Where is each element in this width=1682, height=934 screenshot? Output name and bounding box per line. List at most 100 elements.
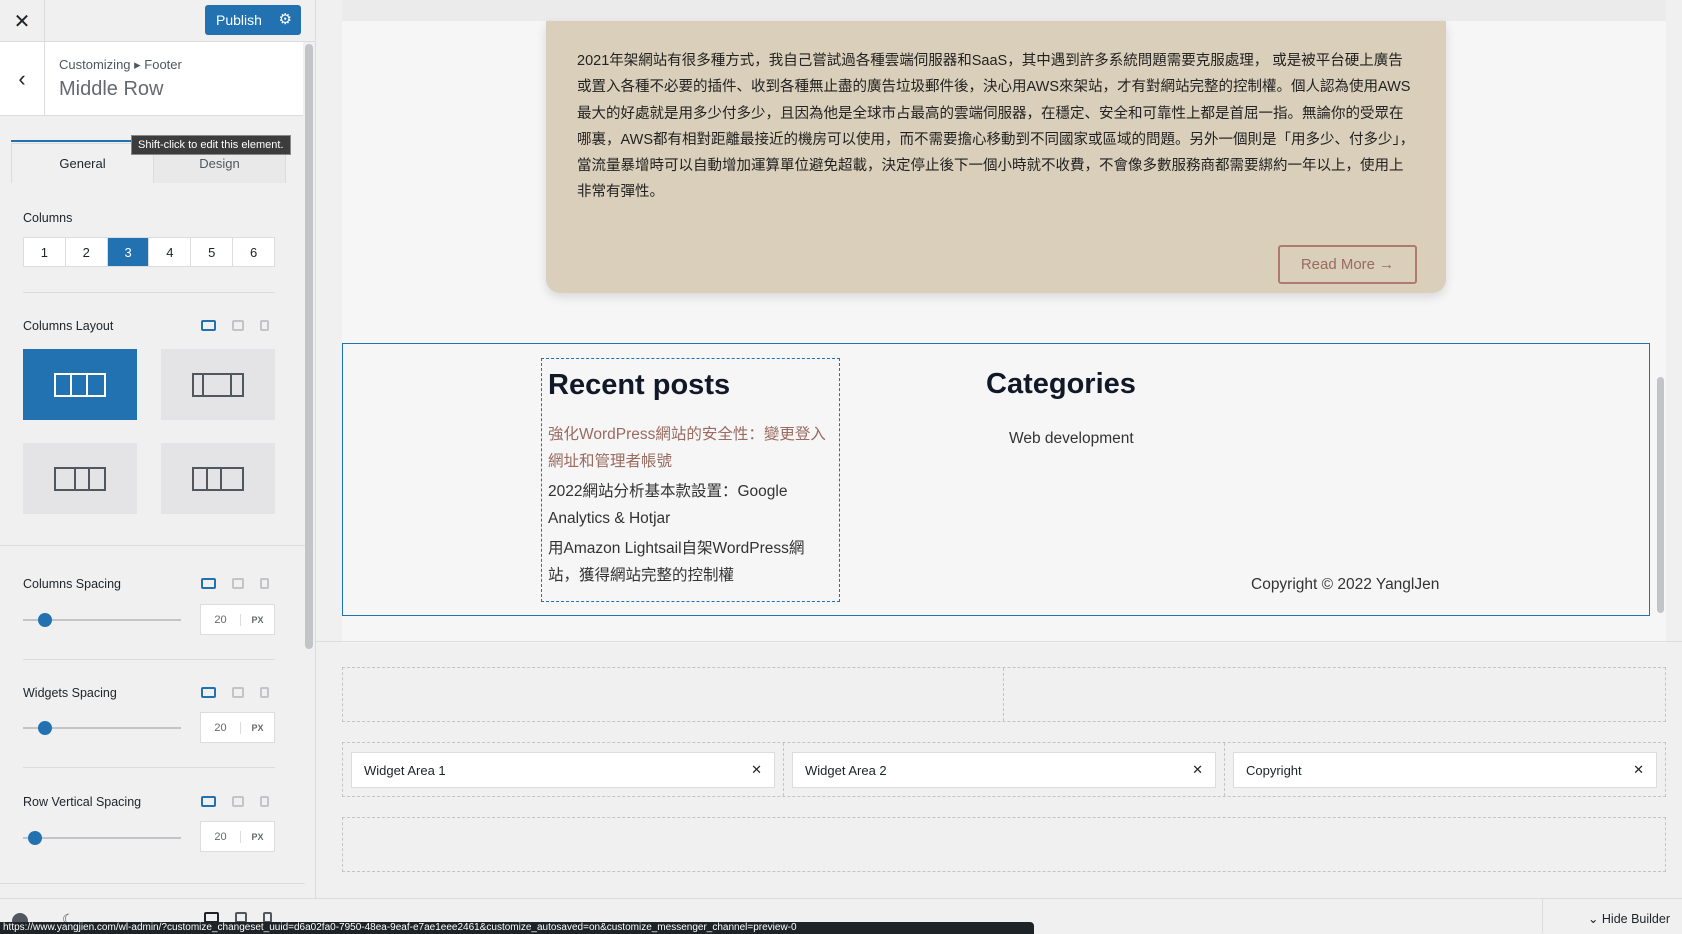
column-option[interactable]: 2	[66, 238, 108, 266]
widgets-spacing-input[interactable]: 20 PX	[200, 712, 275, 743]
slider-handle[interactable]	[28, 831, 42, 845]
column-option[interactable]: 5	[191, 238, 234, 266]
section-title: Middle Row	[59, 78, 164, 100]
device-switcher	[201, 687, 269, 698]
tooltip: Shift-click to edit this element.	[131, 135, 291, 155]
divider	[0, 545, 305, 546]
widgets-spacing-slider[interactable]	[23, 721, 181, 735]
remove-icon[interactable]: ✕	[1192, 762, 1203, 778]
divider	[23, 767, 275, 768]
read-more-button[interactable]: Read More →	[1278, 245, 1417, 284]
columns-spacing-input[interactable]: 20 PX	[200, 604, 275, 635]
unit: PX	[251, 722, 264, 733]
value[interactable]: 20	[201, 721, 241, 734]
desktop-icon[interactable]	[201, 320, 216, 331]
tablet-icon[interactable]	[232, 320, 244, 331]
layout-wide-left[interactable]	[23, 443, 137, 514]
recent-post-link[interactable]: 2022網站分析基本款設置：Google Analytics & Hotjar	[548, 479, 833, 532]
slider-handle[interactable]	[38, 721, 52, 735]
row-vertical-spacing-label: Row Vertical Spacing	[23, 795, 142, 809]
publish-button[interactable]: Publish ⚙	[205, 5, 301, 35]
columns-layout-label: Columns Layout	[23, 319, 114, 333]
status-bar-url: https://www.yangjien.com/wl-admin/?custo…	[0, 922, 1034, 934]
copyright-item[interactable]: Copyright ✕	[1233, 752, 1657, 788]
builder-top-row[interactable]	[342, 667, 1666, 722]
divider	[1542, 899, 1543, 933]
preview-pane: 2021年架網站有很多種方式，我自己嘗試過各種雲端伺服器和SaaS，其中遇到許多…	[316, 0, 1682, 898]
publish-label: Publish	[216, 12, 262, 28]
post-card: 2021年架網站有很多種方式，我自己嘗試過各種雲端伺服器和SaaS，其中遇到許多…	[546, 21, 1446, 293]
device-switcher	[201, 796, 269, 807]
widget-area-1-item[interactable]: Widget Area 1 ✕	[351, 752, 775, 788]
column-divider	[1224, 743, 1225, 796]
builder-bottom-row[interactable]	[342, 817, 1666, 872]
hide-builder-button[interactable]: ⌄ Hide Builder	[1588, 911, 1670, 926]
desktop-icon[interactable]	[201, 578, 216, 589]
customizer-sidebar: ✕ Publish ⚙ ‹ Customizing ▸ Footer Middle…	[0, 0, 316, 898]
layout-wide-right[interactable]	[161, 443, 275, 514]
gear-icon[interactable]: ⚙	[279, 10, 292, 28]
copyright-text: Copyright © 2022 YanglJen	[1251, 576, 1440, 593]
recent-post-link[interactable]: 用Amazon Lightsail自架WordPress網站，獲得網站完整的控制…	[548, 536, 833, 589]
remove-icon[interactable]: ✕	[751, 762, 762, 778]
columns-label: Columns	[23, 211, 73, 225]
row-vertical-spacing-input[interactable]: 20 PX	[200, 821, 275, 852]
layout-wide-right-icon	[192, 466, 244, 491]
widget-area-2-item[interactable]: Widget Area 2 ✕	[792, 752, 1216, 788]
builder-middle-row[interactable]: Widget Area 1 ✕ Widget Area 2 ✕ Copyright ✕	[342, 742, 1666, 797]
columns-spacing-slider[interactable]	[23, 613, 181, 627]
column-divider	[1003, 668, 1004, 721]
mobile-icon[interactable]	[260, 320, 269, 331]
divider	[23, 292, 275, 293]
divider	[316, 641, 1682, 642]
post-excerpt: 2021年架網站有很多種方式，我自己嘗試過各種雲端伺服器和SaaS，其中遇到許多…	[577, 53, 1415, 201]
column-option-selected[interactable]: 3	[107, 238, 150, 266]
mobile-icon[interactable]	[260, 578, 269, 589]
layout-equal[interactable]	[23, 349, 137, 420]
layout-wide-center[interactable]	[161, 349, 275, 420]
preview-scrollbar[interactable]	[1657, 377, 1664, 613]
hide-builder-label: Hide Builder	[1601, 912, 1670, 926]
columns-spacing-label: Columns Spacing	[23, 577, 121, 591]
recent-posts-title: Recent posts	[548, 369, 731, 401]
value[interactable]: 20	[201, 830, 241, 843]
divider	[23, 659, 275, 660]
category-link[interactable]: Web development	[1009, 430, 1136, 448]
unit: PX	[251, 831, 264, 842]
chevron-down-icon: ⌄	[1587, 912, 1602, 926]
breadcrumb: Customizing ▸ Footer	[59, 57, 182, 72]
row-vertical-spacing-slider[interactable]	[23, 831, 181, 845]
tablet-icon[interactable]	[232, 578, 244, 589]
categories-widget: Categories Web development	[986, 368, 1136, 448]
sidebar-topbar: ✕ Publish ⚙	[0, 0, 316, 42]
column-option[interactable]: 4	[149, 238, 192, 266]
close-icon[interactable]: ✕	[0, 0, 45, 42]
widget-label: Widget Area 1	[364, 762, 446, 778]
device-switcher	[201, 578, 269, 589]
divider	[0, 883, 305, 884]
column-divider	[783, 743, 784, 796]
device-switcher	[201, 320, 269, 331]
column-option[interactable]: 6	[233, 238, 274, 266]
desktop-icon[interactable]	[201, 796, 216, 807]
layout-wide-center-icon	[192, 372, 244, 397]
mobile-icon[interactable]	[260, 796, 269, 807]
widget-label: Widget Area 2	[805, 762, 887, 778]
widget-label: Copyright	[1246, 762, 1302, 778]
tablet-icon[interactable]	[232, 687, 244, 698]
footer-middle-row[interactable]: Recent posts 強化WordPress網站的安全性：變更登入網址和管理…	[342, 343, 1650, 616]
desktop-icon[interactable]	[201, 687, 216, 698]
widgets-spacing-label: Widgets Spacing	[23, 686, 117, 700]
value[interactable]: 20	[201, 613, 241, 626]
recent-post-link[interactable]: 強化WordPress網站的安全性：變更登入網址和管理者帳號	[548, 422, 833, 475]
layout-equal-icon	[54, 372, 106, 397]
unit: PX	[251, 614, 264, 625]
slider-handle[interactable]	[38, 613, 52, 627]
column-option[interactable]: 1	[24, 238, 66, 266]
sidebar-scrollbar[interactable]	[305, 44, 313, 649]
mobile-icon[interactable]	[260, 687, 269, 698]
tablet-icon[interactable]	[232, 796, 244, 807]
recent-posts-widget[interactable]: Recent posts 強化WordPress網站的安全性：變更登入網址和管理…	[541, 358, 840, 602]
back-arrow-icon[interactable]: ‹	[0, 42, 45, 116]
remove-icon[interactable]: ✕	[1633, 762, 1644, 778]
